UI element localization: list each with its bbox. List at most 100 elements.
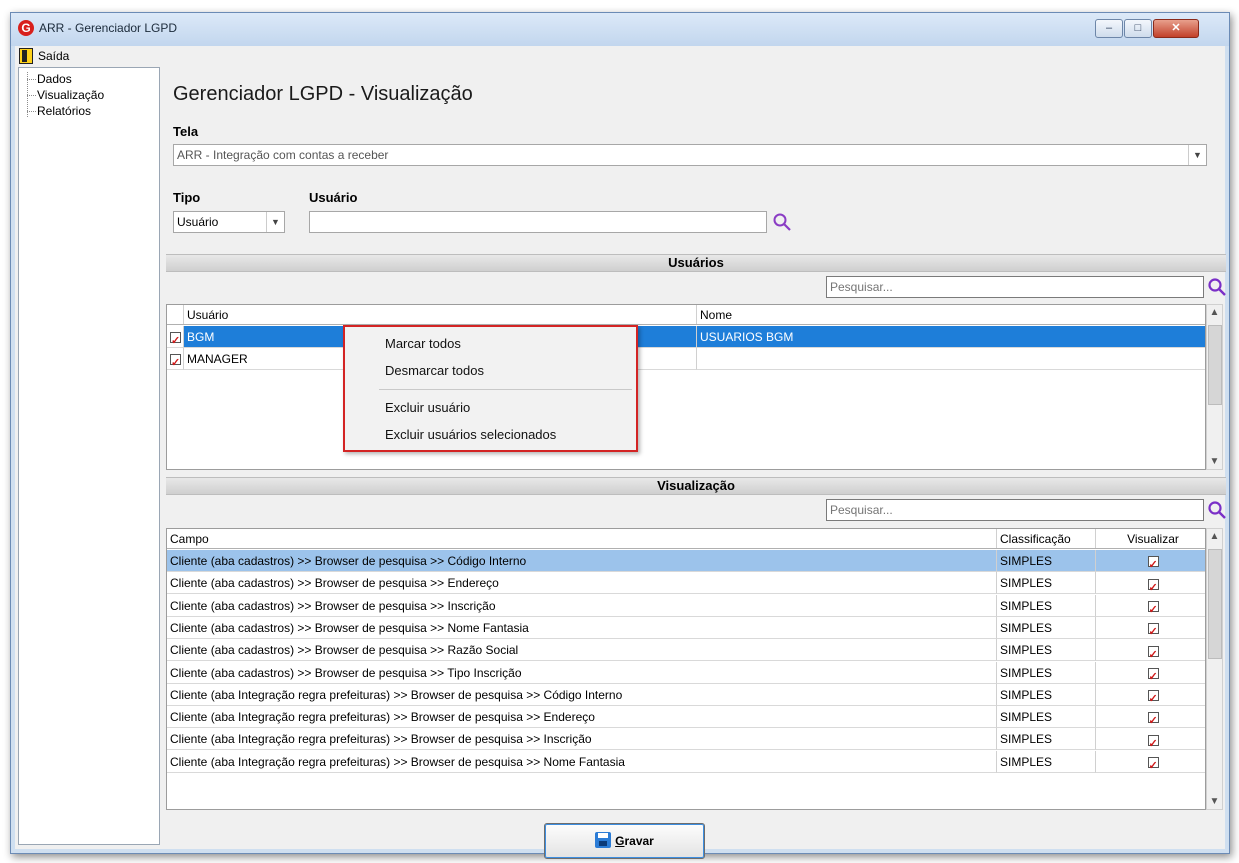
tipo-select[interactable]: Usuário ▼ — [173, 211, 285, 233]
column-header-usuario[interactable]: Usuário — [184, 305, 697, 324]
cell-classificacao: SIMPLES — [997, 661, 1096, 684]
table-row[interactable]: Cliente (aba Integração regra prefeitura… — [167, 706, 1205, 729]
context-item-marcar-todos[interactable]: Marcar todos — [385, 336, 461, 351]
table-row[interactable]: Cliente (aba Integração regra prefeitura… — [167, 683, 1205, 706]
table-row[interactable]: Cliente (aba cadastros) >> Browser de pe… — [167, 594, 1205, 617]
cell-visualizar[interactable] — [1096, 639, 1205, 662]
title-bar[interactable]: G ARR - Gerenciador LGPD – □ ✕ — [11, 13, 1229, 46]
tela-label: Tela — [173, 124, 199, 139]
exit-door-icon — [19, 48, 33, 64]
minimize-button[interactable]: – — [1095, 19, 1123, 38]
window-title: ARR - Gerenciador LGPD — [39, 21, 178, 35]
cell-campo: Cliente (aba cadastros) >> Browser de pe… — [167, 616, 997, 639]
view-section-header: Visualização — [166, 477, 1226, 495]
table-row[interactable]: Cliente (aba cadastros) >> Browser de pe… — [167, 639, 1205, 662]
row-check-cell[interactable] — [167, 348, 184, 370]
column-header-visualizar[interactable]: Visualizar — [1096, 529, 1205, 548]
visualizar-checkbox[interactable] — [1147, 710, 1159, 727]
maximize-button[interactable]: □ — [1124, 19, 1152, 38]
table-row[interactable]: Cliente (aba cadastros) >> Browser de pe… — [167, 550, 1205, 572]
column-header-nome[interactable]: Nome — [697, 305, 1205, 324]
table-row[interactable]: MANAGER — [167, 348, 1205, 370]
search-icon[interactable] — [1207, 500, 1229, 520]
tree-item-dados[interactable]: Dados — [37, 72, 72, 86]
table-row[interactable]: Cliente (aba cadastros) >> Browser de pe… — [167, 616, 1205, 639]
cell-visualizar[interactable] — [1096, 572, 1205, 595]
context-item-desmarcar-todos[interactable]: Desmarcar todos — [385, 363, 484, 378]
tree-connector — [27, 111, 36, 112]
users-table-header: Usuário Nome — [167, 305, 1205, 325]
menu-bar: Saída — [15, 46, 1225, 66]
chevron-down-icon[interactable]: ▼ — [1188, 145, 1206, 165]
view-table: Campo Classificação Visualizar Cliente (… — [166, 528, 1206, 810]
chevron-down-icon[interactable]: ▼ — [266, 212, 284, 232]
save-button-label: Gravar — [615, 834, 654, 848]
users-search-field[interactable] — [826, 276, 1204, 298]
cell-visualizar[interactable] — [1096, 662, 1205, 684]
scroll-up-icon[interactable]: ▲ — [1207, 307, 1222, 318]
cell-visualizar[interactable] — [1096, 550, 1205, 572]
navigation-tree: Dados Visualização Relatórios — [18, 67, 160, 845]
cell-nome — [697, 348, 1205, 370]
table-row[interactable]: BGM USUARIOS BGM — [167, 326, 1205, 348]
table-row[interactable]: Cliente (aba Integração regra prefeitura… — [167, 750, 1205, 773]
cell-visualizar[interactable] — [1096, 728, 1205, 751]
cell-visualizar[interactable] — [1096, 617, 1205, 639]
tree-connector — [27, 95, 36, 96]
context-item-excluir-selecionados[interactable]: Excluir usuários selecionados — [385, 427, 556, 442]
cell-campo: Cliente (aba cadastros) >> Browser de pe… — [167, 594, 997, 617]
search-icon[interactable] — [772, 212, 794, 232]
row-checkbox[interactable] — [170, 352, 181, 369]
visualizar-checkbox[interactable] — [1147, 733, 1159, 749]
scroll-thumb[interactable] — [1208, 325, 1222, 405]
view-search-input[interactable] — [827, 500, 1167, 520]
users-table: Usuário Nome BGM USUARIOS BGM MANAGER — [166, 304, 1206, 470]
tela-select[interactable]: ARR - Integração com contas a receber ▼ — [173, 144, 1207, 166]
cell-visualizar[interactable] — [1096, 751, 1205, 773]
users-search-input[interactable] — [827, 277, 1167, 297]
users-scrollbar[interactable]: ▲ ▼ — [1206, 304, 1223, 470]
cell-classificacao: SIMPLES — [997, 683, 1096, 706]
cell-visualizar[interactable] — [1096, 595, 1205, 617]
tree-item-visualizacao[interactable]: Visualização — [37, 88, 104, 102]
visualizar-checkbox[interactable] — [1147, 644, 1159, 660]
floppy-disk-icon — [595, 832, 612, 848]
cell-visualizar[interactable] — [1096, 684, 1205, 706]
cell-classificacao: SIMPLES — [997, 728, 1096, 751]
cell-classificacao: SIMPLES — [997, 706, 1096, 729]
table-row[interactable]: Cliente (aba cadastros) >> Browser de pe… — [167, 572, 1205, 595]
cell-classificacao: SIMPLES — [997, 639, 1096, 662]
table-row[interactable]: Cliente (aba cadastros) >> Browser de pe… — [167, 661, 1205, 684]
context-item-excluir-usuario[interactable]: Excluir usuário — [385, 400, 470, 415]
scroll-down-icon[interactable]: ▼ — [1207, 796, 1222, 807]
tipo-select-value: Usuário — [177, 215, 219, 229]
view-scrollbar[interactable]: ▲ ▼ — [1206, 528, 1223, 810]
cell-visualizar[interactable] — [1096, 706, 1205, 729]
visualizar-checkbox[interactable] — [1147, 554, 1159, 571]
save-button[interactable]: Gravar — [544, 823, 705, 859]
view-search-field[interactable] — [826, 499, 1204, 521]
row-check-cell[interactable] — [167, 326, 184, 348]
visualizar-checkbox[interactable] — [1147, 666, 1159, 683]
cell-nome: USUARIOS BGM — [697, 326, 1205, 348]
visualizar-checkbox[interactable] — [1147, 599, 1159, 616]
menu-exit[interactable]: Saída — [18, 48, 69, 64]
visualizar-checkbox[interactable] — [1147, 755, 1159, 772]
cell-campo: Cliente (aba Integração regra prefeitura… — [167, 728, 997, 751]
cell-classificacao: SIMPLES — [997, 550, 1096, 572]
visualizar-checkbox[interactable] — [1147, 621, 1159, 638]
usuario-input[interactable] — [309, 211, 767, 233]
column-header-classificacao[interactable]: Classificação — [997, 529, 1096, 548]
visualizar-checkbox[interactable] — [1147, 688, 1159, 705]
search-icon[interactable] — [1207, 277, 1229, 297]
visualizar-checkbox[interactable] — [1147, 577, 1159, 593]
scroll-up-icon[interactable]: ▲ — [1207, 531, 1222, 542]
scroll-thumb[interactable] — [1208, 549, 1222, 659]
close-button[interactable]: ✕ — [1153, 19, 1199, 38]
page-title: Gerenciador LGPD - Visualização — [173, 83, 473, 105]
column-header-campo[interactable]: Campo — [167, 529, 997, 548]
row-checkbox[interactable] — [170, 330, 181, 347]
scroll-down-icon[interactable]: ▼ — [1207, 456, 1222, 467]
table-row[interactable]: Cliente (aba Integração regra prefeitura… — [167, 728, 1205, 751]
tree-item-relatorios[interactable]: Relatórios — [37, 104, 91, 118]
